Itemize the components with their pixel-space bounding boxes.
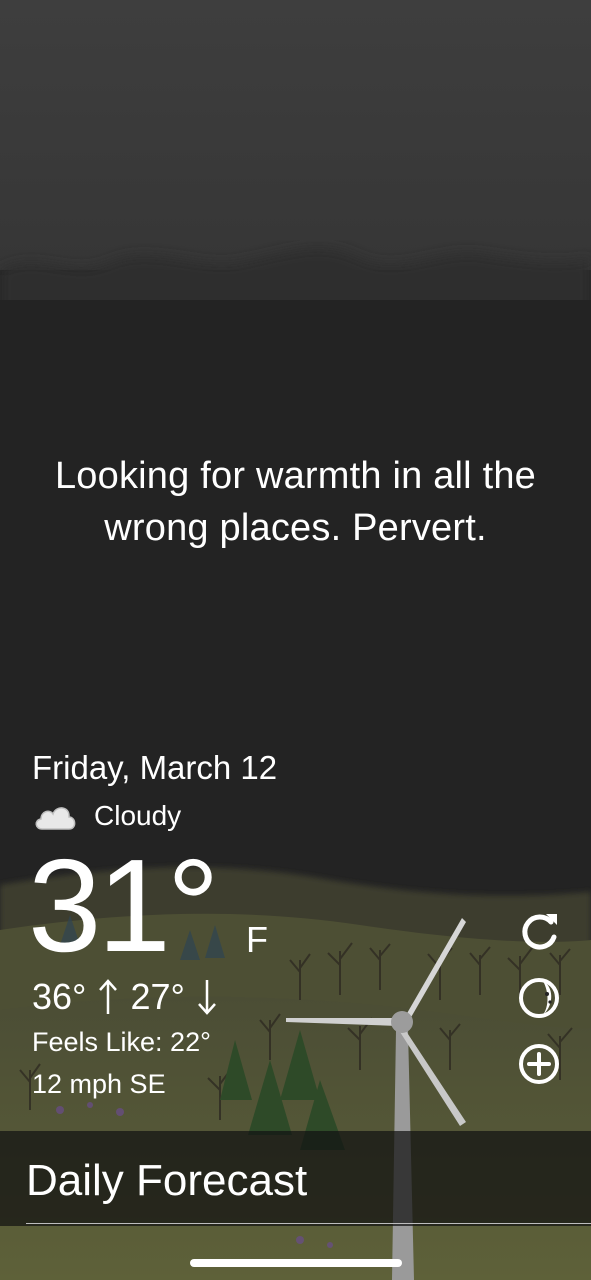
add-location-button[interactable]	[516, 1041, 562, 1087]
cloud-icon	[35, 807, 76, 830]
refresh-button[interactable]	[516, 909, 562, 955]
temperature-unit: F	[246, 919, 268, 960]
current-temperature: 31°	[28, 832, 220, 979]
high-temperature: 36°	[32, 976, 87, 1017]
low-temperature: 27°	[130, 976, 185, 1017]
theme-button[interactable]	[516, 975, 562, 1021]
divider	[26, 1223, 591, 1224]
arrow-down-icon	[197, 980, 216, 1015]
home-indicator[interactable]	[190, 1259, 402, 1267]
arrow-up-icon	[99, 979, 118, 1014]
condition-label: Cloudy	[94, 800, 182, 831]
refresh-icon	[522, 914, 557, 950]
condition-row: Cloudy	[32, 798, 181, 834]
weather-quote: Looking for warmth in all the wrong plac…	[54, 455, 537, 549]
date-label: Friday, March 12	[32, 749, 278, 786]
feels-like-label: Feels Like: 22°	[32, 1027, 211, 1057]
wind-label: 12 mph SE	[32, 1069, 166, 1099]
add-circle-icon	[519, 1044, 559, 1084]
high-low-row: 36° 27°	[32, 975, 217, 1019]
daily-forecast-title[interactable]: Daily Forecast	[26, 1156, 307, 1206]
moon-icon	[519, 978, 559, 1018]
